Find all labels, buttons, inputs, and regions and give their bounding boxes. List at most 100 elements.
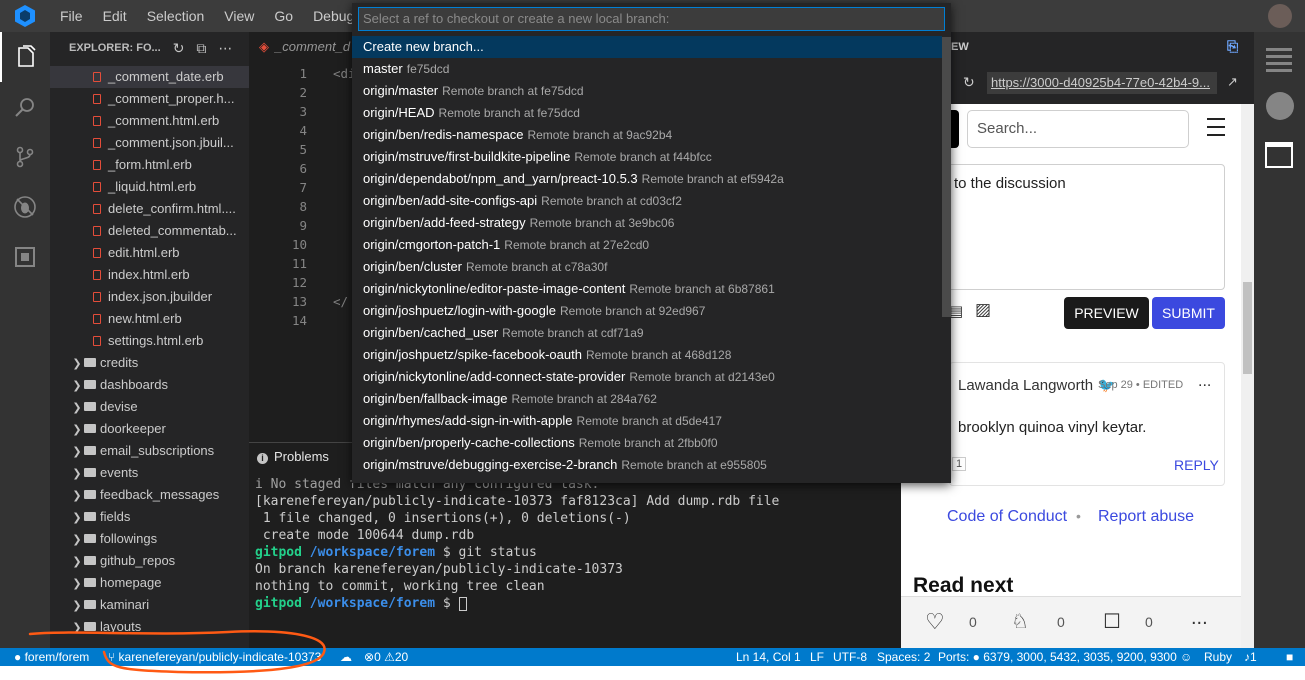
preview-scrollbar-thumb[interactable] — [1243, 282, 1252, 374]
folder-item[interactable]: ❯ devise — [50, 396, 249, 418]
terminal-prompt-line[interactable]: gitpod /workspace/forem $ — [255, 596, 467, 611]
file-item[interactable]: settings.html.erb — [50, 330, 249, 352]
status-overflow-icon[interactable]: ■ — [1286, 648, 1293, 666]
menu-go[interactable]: Go — [264, 0, 303, 32]
status-notifications[interactable]: ♪1 — [1244, 648, 1257, 666]
status-problems[interactable]: ⊗0 ⚠20 — [364, 648, 408, 666]
file-item[interactable]: _comment_proper.h... — [50, 88, 249, 110]
report-abuse-link[interactable]: Report abuse — [1098, 508, 1194, 526]
source-control-icon[interactable] — [0, 132, 50, 182]
quick-pick-scrollbar[interactable] — [942, 37, 951, 317]
status-branch[interactable]: ⑂ karenefereyan/publicly-indicate-10373 — [108, 648, 321, 666]
menu-selection[interactable]: Selection — [137, 0, 215, 32]
collapse-all-icon[interactable]: ⧉ — [196, 40, 206, 57]
folder-item[interactable]: ❯ github_repos — [50, 550, 249, 572]
folder-item[interactable]: ❯ doorkeeper — [50, 418, 249, 440]
branch-option[interactable]: origin/HEAD Remote branch at fe75dcd — [352, 102, 942, 124]
comment-like-count[interactable]: 1 — [952, 457, 967, 471]
submit-button[interactable]: SUBMIT — [1152, 297, 1225, 329]
heart-icon[interactable]: ♡ — [925, 609, 945, 635]
image-upload-icon[interactable]: ▨ — [975, 300, 991, 320]
preview-url[interactable]: https://3000-d40925b4-77e0-42b4-9... — [987, 72, 1217, 94]
folder-item[interactable]: ❯ homepage — [50, 572, 249, 594]
branch-option[interactable]: origin/cmgorton-patch-1 Remote branch at … — [352, 234, 942, 256]
branch-option[interactable]: origin/ben/add-feed-strategy Remote branc… — [352, 212, 942, 234]
folder-item[interactable]: ❯ dashboards — [50, 374, 249, 396]
folder-item[interactable]: ❯ layouts — [50, 616, 249, 638]
branch-option[interactable]: origin/ben/fallback-image Remote branch a… — [352, 388, 942, 410]
preview-browser-icon[interactable] — [1265, 142, 1293, 168]
file-item[interactable]: _liquid.html.erb — [50, 176, 249, 198]
folder-item[interactable]: ❯ followings — [50, 528, 249, 550]
branch-option[interactable]: origin/ben/cached_user Remote branch at c… — [352, 322, 942, 344]
site-search-input[interactable]: Search... — [967, 110, 1189, 148]
folder-item[interactable]: ❯ feedback_messages — [50, 484, 249, 506]
sync-icon[interactable]: ☁ — [340, 648, 352, 666]
status-language[interactable]: Ruby — [1204, 648, 1232, 666]
branch-option[interactable]: origin/ben/properly-cache-collections Rem… — [352, 432, 942, 454]
status-indentation[interactable]: Spaces: 2 — [877, 648, 930, 666]
menu-view[interactable]: View — [214, 0, 264, 32]
file-item[interactable]: _comment.json.jbuil... — [50, 132, 249, 154]
status-encoding[interactable]: UTF-8 — [833, 648, 867, 666]
menu-edit[interactable]: Edit — [93, 0, 137, 32]
folder-item[interactable]: ❯ email_subscriptions — [50, 440, 249, 462]
gitpod-logo-icon[interactable] — [0, 0, 50, 32]
folder-item[interactable]: ❯ fields — [50, 506, 249, 528]
more-actions-icon[interactable]: ⋯ — [218, 40, 232, 57]
branch-option[interactable]: origin/joshpuetz/login-with-google Remote… — [352, 300, 942, 322]
open-preview-icon[interactable]: ⎘ — [1227, 38, 1238, 55]
debug-icon[interactable] — [0, 182, 50, 232]
reply-link[interactable]: REPLY — [1174, 457, 1219, 473]
branch-option[interactable]: origin/nickytonline/add-connect-state-pr… — [352, 366, 942, 388]
status-eol[interactable]: LF — [810, 648, 824, 666]
reload-icon[interactable]: ↻ — [963, 74, 975, 91]
branch-option[interactable]: master fe75dcd — [352, 58, 942, 80]
menu-file[interactable]: File — [50, 0, 93, 32]
comment-textarea[interactable]: to the discussion — [911, 164, 1225, 290]
file-item[interactable]: index.html.erb — [50, 264, 249, 286]
refresh-icon[interactable]: ↻ — [173, 40, 185, 57]
open-external-icon[interactable]: ↗ — [1227, 74, 1238, 90]
create-new-branch-option[interactable]: Create new branch... — [352, 36, 942, 58]
file-item[interactable]: new.html.erb — [50, 308, 249, 330]
branch-option[interactable]: origin/joshpuetz/spike-facebook-oauth Rem… — [352, 344, 942, 366]
file-item[interactable]: deleted_commentab... — [50, 220, 249, 242]
file-item[interactable]: delete_confirm.html.... — [50, 198, 249, 220]
file-item[interactable]: edit.html.erb — [50, 242, 249, 264]
file-item[interactable]: index.json.jbuilder — [50, 286, 249, 308]
extensions-icon[interactable] — [0, 232, 50, 282]
feedback-icon[interactable]: ☺ — [1180, 648, 1192, 666]
branch-option[interactable]: origin/ben/redis-namespace Remote branch … — [352, 124, 942, 146]
file-item[interactable]: _comment.html.erb — [50, 110, 249, 132]
file-item[interactable]: _comment_date.erb — [50, 66, 249, 88]
branch-option[interactable]: origin/mstruve/debugging-exercise-2-bran… — [352, 454, 942, 476]
status-repo[interactable]: ● forem/forem — [14, 648, 89, 666]
folder-item[interactable]: ❯ kaminari — [50, 594, 249, 616]
outline-icon[interactable] — [1266, 48, 1292, 72]
branch-search-input[interactable]: Select a ref to checkout or create a new… — [358, 7, 945, 31]
file-item[interactable]: _form.html.erb — [50, 154, 249, 176]
folder-item[interactable]: ❯ credits — [50, 352, 249, 374]
status-cursor-position[interactable]: Ln 14, Col 1 — [736, 648, 801, 666]
branch-option[interactable]: origin/master Remote branch at fe75dcd — [352, 80, 942, 102]
status-ports[interactable]: Ports: ● 6379, 3000, 5432, 3035, 9200, 9… — [938, 648, 1177, 666]
bookmark-icon[interactable]: ☐ — [1103, 609, 1121, 634]
branch-option[interactable]: origin/ben/cluster Remote branch at c78a3… — [352, 256, 942, 278]
tab-comment-date[interactable]: ◈ _comment_d — [249, 32, 361, 62]
branch-option[interactable]: origin/nickytonline/editor-paste-image-c… — [352, 278, 942, 300]
hamburger-menu-icon[interactable] — [1207, 118, 1225, 136]
preview-scrollbar[interactable] — [1241, 104, 1254, 648]
files-icon[interactable] — [0, 32, 50, 82]
branch-option[interactable]: origin/dependabot/npm_and_yarn/preact-10… — [352, 168, 942, 190]
branch-option[interactable]: origin/ben/add-site-configs-api Remote br… — [352, 190, 942, 212]
github-icon[interactable] — [1266, 92, 1294, 120]
branch-option[interactable]: origin/rhymes/add-sign-in-with-apple Remo… — [352, 410, 942, 432]
tab-problems[interactable]: i Problems — [257, 449, 329, 464]
comment-author[interactable]: Lawanda Langworth — [958, 377, 1093, 394]
folder-item[interactable]: ❯ events — [50, 462, 249, 484]
search-icon[interactable] — [0, 82, 50, 132]
more-reactions-button[interactable]: ... — [1191, 607, 1208, 630]
unicorn-icon[interactable]: ♘ — [1011, 609, 1029, 634]
markdown-guide-icon[interactable]: ▤ — [949, 302, 963, 320]
